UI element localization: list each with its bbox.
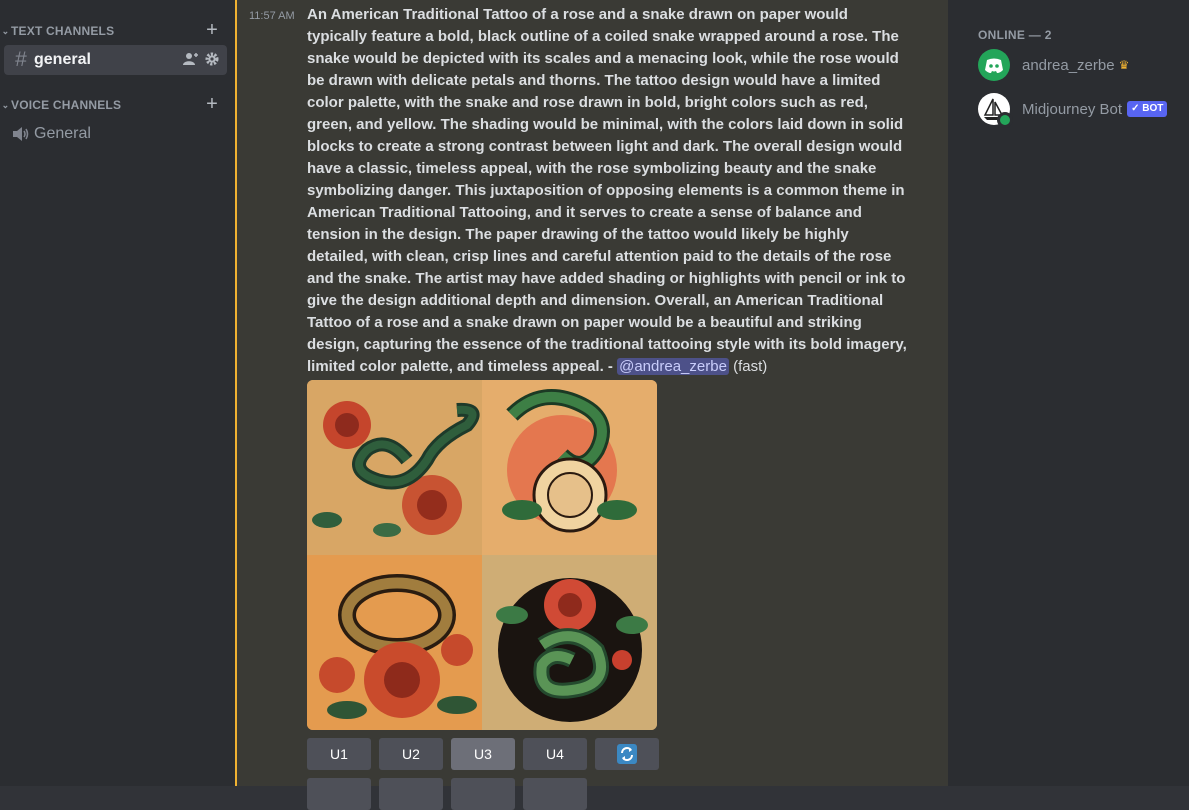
voice-channel-general[interactable]: General (4, 119, 227, 149)
discord-logo-icon (985, 58, 1003, 73)
member-name: andrea_zerbe (1022, 56, 1115, 74)
variation-button[interactable] (379, 778, 443, 810)
variation-button[interactable] (451, 778, 515, 810)
upscale-button-u2[interactable]: U2 (379, 738, 443, 770)
variation-button[interactable] (307, 778, 371, 810)
channel-sidebar: ⌄ TEXT CHANNELS + # general ⌄ VOICE CHAN… (0, 0, 235, 786)
chat-area: 11:57 AM An American Traditional Tattoo … (235, 0, 950, 810)
separator: - (603, 358, 618, 375)
image-tile-1[interactable] (307, 380, 482, 555)
text-channels-category[interactable]: ⌄ TEXT CHANNELS + (0, 19, 230, 42)
category-label: VOICE CHANNELS (11, 98, 122, 112)
channel-item-general[interactable]: # general (4, 45, 227, 75)
add-channel-icon[interactable]: + (206, 19, 218, 42)
online-status-icon (997, 112, 1013, 128)
speed-label: (fast) (728, 358, 768, 375)
prompt-text: An American Traditional Tattoo of a rose… (307, 6, 907, 375)
image-tile-3[interactable] (307, 555, 482, 730)
user-mention[interactable]: @andrea_zerbe (617, 358, 729, 375)
online-header: ONLINE — 2 (978, 28, 1052, 42)
member-item[interactable]: Midjourney Bot ✓ BOT (978, 92, 1168, 128)
hash-icon: # (15, 48, 27, 71)
image-tile-4[interactable] (482, 555, 657, 730)
reroll-button[interactable] (595, 738, 659, 770)
channel-label: general (34, 51, 91, 68)
chat-scrollbar[interactable] (948, 0, 962, 786)
channel-label: General (34, 125, 91, 142)
speaker-icon (8, 126, 34, 142)
crown-icon: ♛ (1118, 58, 1130, 72)
voice-channels-category[interactable]: ⌄ VOICE CHANNELS + (0, 93, 230, 116)
upscale-button-u3[interactable]: U3 (451, 738, 515, 770)
image-grid[interactable] (307, 380, 657, 730)
refresh-icon (617, 744, 637, 764)
gear-icon[interactable] (205, 52, 219, 66)
message-body: An American Traditional Tattoo of a rose… (307, 4, 907, 378)
upscale-button-u1[interactable]: U1 (307, 738, 371, 770)
avatar (978, 93, 1013, 128)
message-timestamp: 11:57 AM (249, 10, 295, 22)
image-tile-2[interactable] (482, 380, 657, 555)
upscale-button-row: U1 U2 U3 U4 (307, 738, 659, 770)
category-label: TEXT CHANNELS (11, 24, 115, 38)
avatar (978, 49, 1010, 81)
member-name: Midjourney Bot (1022, 100, 1123, 118)
invite-member-icon[interactable] (183, 52, 199, 66)
variation-button-row (307, 778, 587, 810)
chevron-down-icon: ⌄ (1, 25, 10, 36)
bot-badge: ✓ BOT (1127, 101, 1168, 117)
member-item[interactable]: andrea_zerbe ♛ (978, 48, 1129, 82)
add-channel-icon[interactable]: + (206, 93, 218, 116)
variation-button[interactable] (523, 778, 587, 810)
upscale-button-u4[interactable]: U4 (523, 738, 587, 770)
chevron-down-icon: ⌄ (1, 99, 10, 110)
member-list: ONLINE — 2 andrea_zerbe ♛ Midjourney Bot… (962, 0, 1189, 786)
